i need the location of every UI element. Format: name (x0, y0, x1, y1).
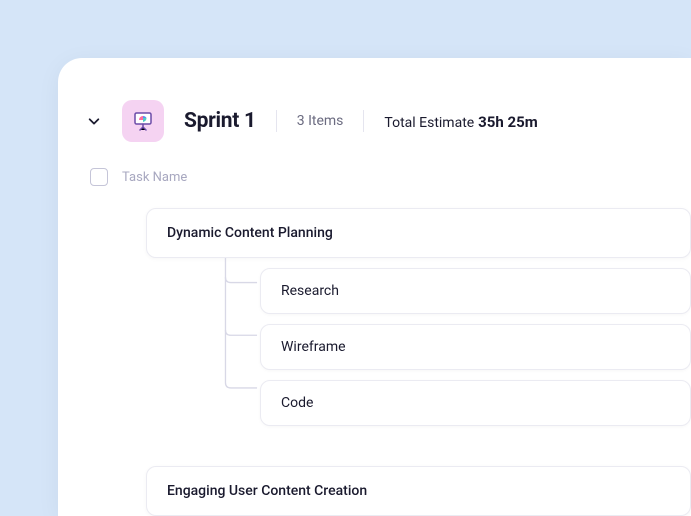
task-row[interactable]: Engaging User Content Creation (146, 466, 691, 516)
table-header: Task Name (90, 168, 691, 186)
chevron-down-icon (87, 114, 101, 128)
subtask-name-text: Code (281, 395, 313, 411)
subtask-row[interactable]: Wireframe (260, 324, 691, 370)
subtask-list: Research Wireframe Code (260, 268, 691, 426)
subtask-row[interactable]: Research (260, 268, 691, 314)
select-all-checkbox[interactable] (90, 168, 108, 186)
sprint-panel: Sprint 1 3 Items Total Estimate 35h 25m … (58, 58, 691, 516)
column-task-name: Task Name (122, 170, 187, 185)
subtask-name-text: Research (281, 283, 339, 299)
tasks-area: Dynamic Content Planning Research Wirefr… (146, 208, 691, 516)
tree-connector-icon (212, 258, 260, 416)
presentation-board-icon (131, 109, 155, 133)
subtask-row[interactable]: Code (260, 380, 691, 426)
sprint-header: Sprint 1 3 Items Total Estimate 35h 25m (86, 100, 691, 142)
sprint-title[interactable]: Sprint 1 (184, 109, 256, 133)
divider (276, 110, 277, 132)
collapse-toggle[interactable] (86, 113, 102, 129)
estimate-label: Total Estimate (384, 115, 474, 131)
subtask-name-text: Wireframe (281, 339, 346, 355)
total-estimate: Total Estimate 35h 25m (384, 112, 537, 131)
task-row[interactable]: Dynamic Content Planning (146, 208, 691, 258)
estimate-value: 35h 25m (478, 113, 538, 131)
item-count: 3 Items (297, 113, 344, 129)
task-name-text: Dynamic Content Planning (167, 225, 333, 241)
divider (363, 110, 364, 132)
sprint-icon-badge (122, 100, 164, 142)
task-name-text: Engaging User Content Creation (167, 483, 367, 499)
